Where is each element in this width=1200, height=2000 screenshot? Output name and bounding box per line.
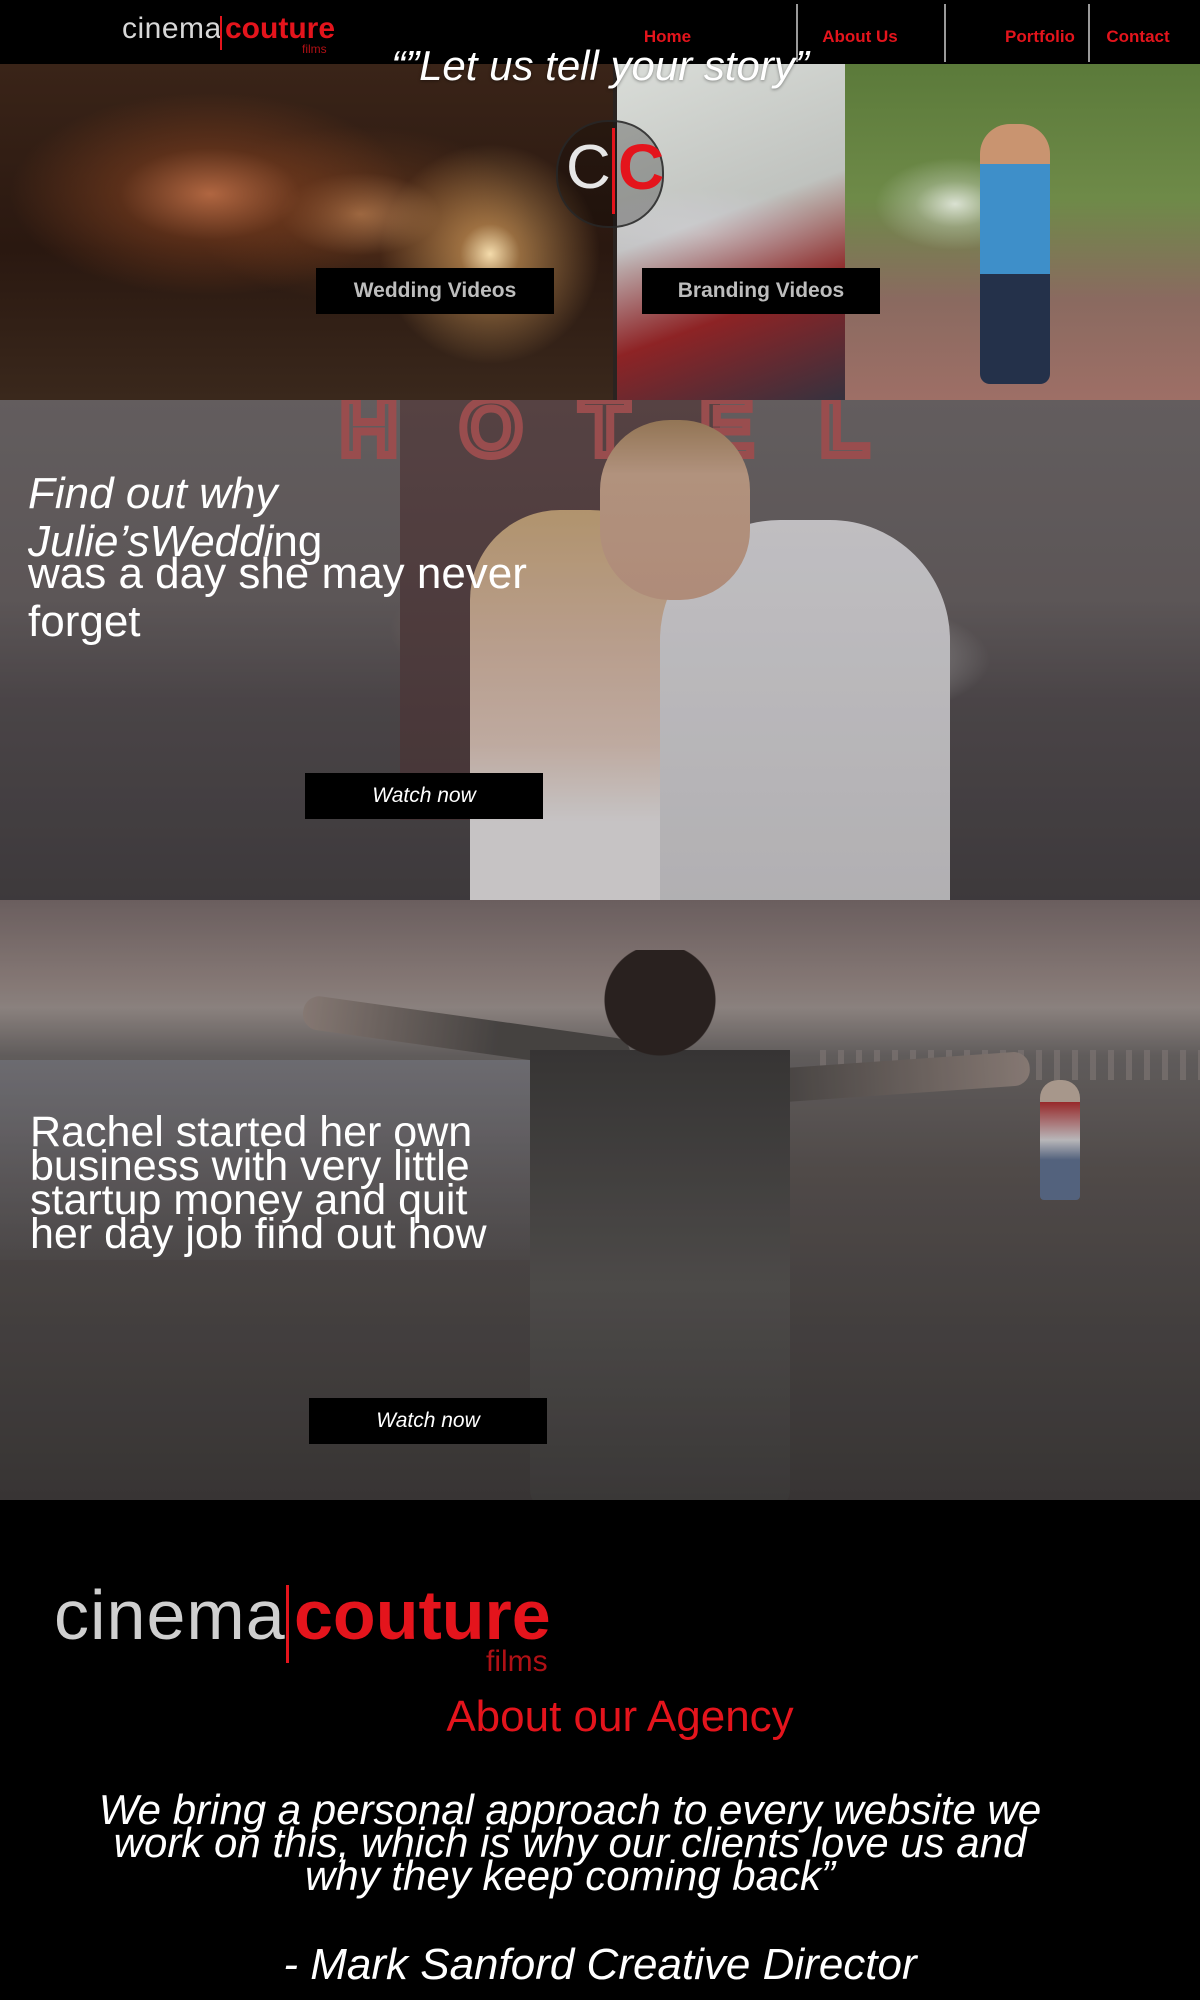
logo-word-cinema: cinema	[54, 1576, 286, 1654]
nav-separator	[1088, 4, 1090, 62]
logo-word-couture: couture	[225, 12, 336, 45]
branding-videos-button[interactable]: Branding Videos	[642, 268, 880, 314]
watch-now-button-business[interactable]: Watch now	[309, 1398, 547, 1444]
man-carrying-flowers-image	[980, 124, 1050, 384]
cc-logo-mark: C C	[556, 120, 676, 230]
testimonial-quote: We bring a personal approach to every we…	[50, 1789, 1090, 1897]
nav-separator	[944, 4, 946, 62]
business-story-headline: Rachel started her own business with ver…	[30, 1111, 570, 1258]
logo-divider	[220, 16, 222, 50]
testimonial-signature: - Mark Sanford Creative Director	[283, 1940, 917, 1989]
wedding-headline-line-2: was a day she may never	[28, 549, 527, 598]
car-image	[615, 64, 845, 400]
logo-mark-divider	[612, 128, 615, 214]
watch-now-button-wedding[interactable]: Watch now	[305, 773, 543, 819]
hero-divider	[613, 64, 617, 400]
logo-word-films: films	[486, 1645, 548, 1678]
nav-contact[interactable]: Contact	[1094, 0, 1182, 64]
logo-letter-left: C	[566, 133, 611, 202]
wedding-story-headline: Find out why Julie’sWedding was a day sh…	[28, 470, 568, 646]
about-title: About our Agency	[446, 1692, 794, 1741]
logo-word-couture: couture	[294, 1576, 551, 1654]
hero-tagline: “”Let us tell your story”	[391, 42, 809, 89]
wedding-videos-button[interactable]: Wedding Videos	[316, 268, 554, 314]
hero-banner	[0, 64, 1200, 400]
nav-portfolio[interactable]: Portfolio	[990, 0, 1090, 64]
wedding-couple-image	[0, 64, 615, 400]
logo-divider	[286, 1585, 289, 1663]
logo-word-cinema: cinema	[122, 12, 222, 45]
wedding-headline-line-3: forget	[28, 597, 141, 646]
business-headline-line: her day job find out how	[30, 1210, 487, 1258]
logo-letter-right: C	[618, 131, 665, 203]
footer-logo: cinema couture films	[54, 1575, 574, 1685]
